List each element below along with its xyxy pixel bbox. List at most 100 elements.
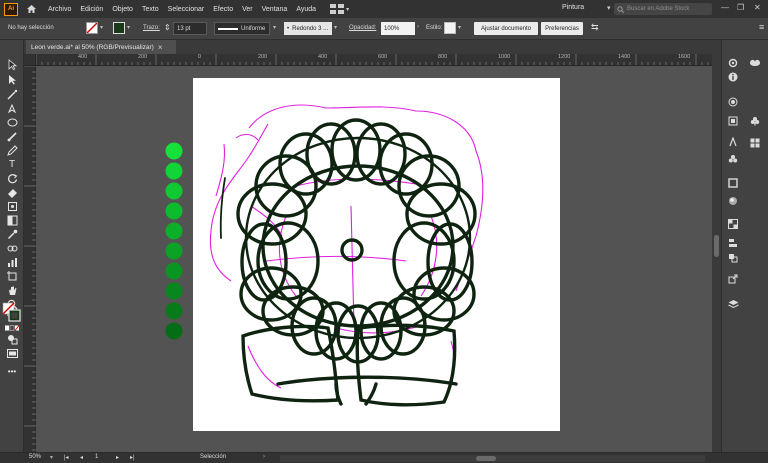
vertical-scroll-thumb[interactable] (714, 235, 719, 257)
layers-icon[interactable] (727, 298, 739, 310)
ruler-origin[interactable] (24, 54, 36, 66)
adjust-document-button[interactable]: Ajustar documento (474, 22, 538, 35)
document-tab[interactable]: Leon verde.ai* al 50% (RGB/Previsualizar… (26, 40, 176, 54)
stroke-weight-field[interactable]: 13 pt (173, 22, 207, 35)
clubs-icon[interactable] (749, 115, 761, 127)
more-tools-icon[interactable]: ••• (5, 365, 19, 377)
chevron-down-icon[interactable]: ▾ (50, 454, 53, 461)
fill-stroke-indicator[interactable] (2, 302, 22, 324)
horizontal-scrollbar[interactable] (280, 455, 705, 462)
vertical-scrollbar[interactable] (712, 40, 721, 452)
opacity-label[interactable]: Opacidad: (349, 25, 376, 31)
direct-selection-tool-icon[interactable] (5, 73, 19, 85)
ruler-label: 400 (78, 54, 88, 60)
hand-tool-icon[interactable] (5, 284, 19, 296)
brush-select[interactable]: • Redondo 3 ... (284, 22, 332, 35)
transform-icon[interactable] (727, 237, 739, 249)
panel-menu-icon[interactable]: ≡ (759, 22, 764, 32)
graphic-styles-icon[interactable] (727, 115, 739, 127)
next-artboard-icon[interactable]: ▸ (116, 454, 119, 461)
horizontal-ruler[interactable]: 400 200 0 200 400 600 800 1000 1200 1400 1600 (36, 54, 712, 66)
arrange-documents-icon[interactable]: ▾ (330, 3, 352, 15)
menu-edicion[interactable]: Edición (80, 6, 103, 13)
menu-seleccionar[interactable]: Seleccionar (168, 6, 205, 13)
libraries-icon[interactable] (749, 57, 761, 69)
close-window-icon[interactable]: ✕ (754, 3, 761, 12)
shape-builder-icon[interactable] (5, 214, 19, 226)
transparency-icon[interactable] (727, 218, 739, 230)
lion-artwork[interactable] (36, 66, 712, 452)
pen-tool-icon[interactable] (5, 102, 19, 114)
paintbrush-tool-icon[interactable] (5, 130, 19, 142)
eraser-tool-icon[interactable] (5, 186, 19, 198)
info-icon[interactable] (727, 71, 739, 83)
status-bar: 50% ▾ |◂ ◂ 1 ▸ ▸| Selección › (0, 452, 768, 463)
puppet-warp-icon[interactable] (5, 200, 19, 212)
chevron-down-icon[interactable]: ▾ (100, 24, 103, 31)
style-swatch[interactable] (444, 22, 456, 34)
type-tool-icon[interactable]: T (5, 158, 19, 170)
menu-ayuda[interactable]: Ayuda (296, 6, 316, 13)
graph-tool-icon[interactable] (5, 256, 19, 268)
first-artboard-icon[interactable]: |◂ (64, 454, 69, 461)
gradient-icon[interactable] (727, 195, 739, 207)
menu-archivo[interactable]: Archivo (48, 6, 71, 13)
document-tabs: Leon verde.ai* al 50% (RGB/Previsualizar… (24, 40, 712, 54)
stepper-icon[interactable]: ⇕ (164, 23, 171, 32)
chevron-right-icon[interactable]: › (417, 24, 419, 30)
menu-ventana[interactable]: Ventana (262, 6, 288, 13)
chevron-down-icon[interactable]: ▾ (458, 24, 461, 31)
menu-texto[interactable]: Texto (142, 6, 159, 13)
chevron-down-icon[interactable]: ▾ (607, 4, 611, 12)
stroke-label[interactable]: Trazo: (143, 25, 160, 31)
screen-mode-icon[interactable] (5, 347, 19, 359)
stroke-swatch[interactable] (113, 22, 125, 34)
vertical-ruler[interactable] (24, 65, 36, 452)
menu-objeto[interactable]: Objeto (112, 6, 133, 13)
maximize-icon[interactable]: ❐ (737, 3, 744, 12)
artboard-tool-icon[interactable] (5, 270, 19, 282)
selection-tool-icon[interactable] (5, 58, 19, 70)
tools-panel: T ↻ ••• (0, 40, 24, 452)
eyedropper-tool-icon[interactable] (5, 228, 19, 240)
chevron-down-icon[interactable]: ▾ (127, 24, 130, 31)
style-label: Estilo: (426, 25, 443, 31)
align-icon[interactable]: ⇆ (591, 22, 599, 33)
export-icon[interactable] (727, 273, 739, 285)
home-icon[interactable] (23, 2, 39, 16)
chevron-down-icon[interactable]: ▾ (273, 24, 276, 31)
zoom-level[interactable]: 50% (29, 454, 41, 460)
stroke-profile-select[interactable]: Uniforme (214, 22, 270, 35)
stock-search-placeholder: Buscar en Adobe Stock (627, 6, 690, 12)
prev-artboard-icon[interactable]: ◂ (80, 454, 83, 461)
selection-status: No hay selección (8, 25, 54, 31)
symbols-icon[interactable] (727, 153, 739, 165)
pencil-tool-icon[interactable] (5, 144, 19, 156)
last-artboard-icon[interactable]: ▸| (130, 454, 135, 461)
preferences-button[interactable]: Preferencias (541, 22, 583, 35)
chevron-down-icon[interactable]: ▾ (334, 24, 337, 31)
fill-swatch[interactable] (86, 22, 98, 34)
chevron-right-icon[interactable]: › (263, 454, 265, 460)
close-tab-icon[interactable]: × (158, 43, 163, 52)
menu-efecto[interactable]: Efecto (213, 6, 233, 13)
swatches-grid-icon[interactable] (749, 137, 761, 149)
appearance-icon[interactable] (727, 96, 739, 108)
brushes-icon[interactable] (727, 136, 739, 148)
rotate-tool-icon[interactable] (5, 172, 19, 184)
workspace-switcher[interactable]: Pintura (562, 4, 584, 11)
stroke-panel-icon[interactable] (727, 177, 739, 189)
opacity-field[interactable]: 100% (381, 22, 415, 35)
canvas-area[interactable] (36, 66, 712, 452)
magic-wand-icon[interactable] (5, 88, 19, 100)
artboard-number[interactable]: 1 (95, 454, 98, 460)
horizontal-scroll-thumb[interactable] (476, 456, 496, 461)
menu-ver[interactable]: Ver (242, 6, 253, 13)
stock-search-input[interactable]: Buscar en Adobe Stock (614, 3, 712, 15)
minimize-icon[interactable]: — (721, 3, 729, 12)
draw-mode-icon[interactable] (5, 333, 19, 345)
blend-tool-icon[interactable] (5, 242, 19, 254)
pathfinder-icon[interactable] (727, 252, 739, 264)
ellipse-tool-icon[interactable] (5, 116, 19, 128)
properties-icon[interactable] (727, 57, 739, 69)
